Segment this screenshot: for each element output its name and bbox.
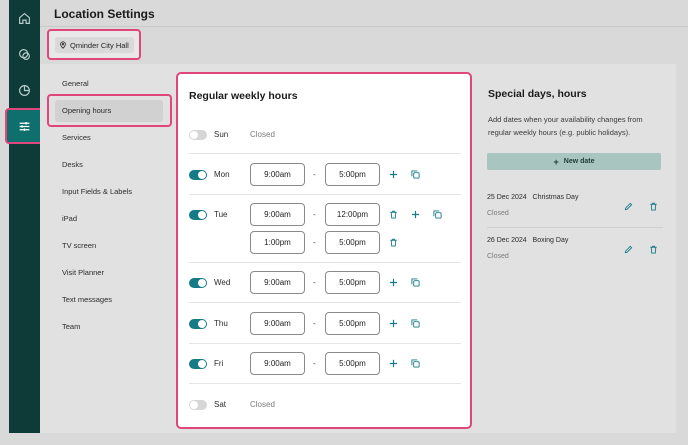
time-from-input[interactable]: 9:00am — [250, 271, 305, 294]
range-dash: - — [313, 319, 316, 328]
chart-icon[interactable] — [9, 79, 40, 101]
special-days-title: Special days, hours — [488, 88, 587, 100]
add-range-icon[interactable] — [410, 209, 420, 219]
location-selector[interactable]: Qminder City Hall — [55, 37, 134, 53]
time-from-input[interactable]: 9:00am — [250, 203, 305, 226]
delete-icon[interactable] — [388, 209, 398, 219]
day-toggle-sat[interactable] — [189, 400, 207, 410]
add-range-icon[interactable] — [388, 318, 398, 328]
subnav-item-team[interactable]: Team — [62, 322, 80, 331]
day-label: Sun — [214, 130, 229, 139]
day-toggle-sun[interactable] — [189, 130, 207, 140]
weekly-hours-title: Regular weekly hours — [189, 90, 298, 102]
day-label: Wed — [214, 278, 231, 287]
time-to-input[interactable]: 5:00pm — [325, 163, 380, 186]
time-to-input[interactable]: 12:00pm — [325, 203, 380, 226]
delete-icon[interactable] — [648, 201, 658, 211]
weekly-hours-card: Regular weekly hours Sun Closed Mon 9:00… — [176, 72, 472, 429]
plus-icon: + — [553, 156, 559, 167]
settings-sliders-icon[interactable] — [9, 115, 40, 137]
page-header: Location Settings — [40, 0, 688, 27]
row-divider — [189, 194, 461, 195]
location-selector-highlight: Qminder City Hall — [47, 29, 141, 60]
special-day-status: Closed — [487, 210, 509, 217]
row-divider — [189, 302, 461, 303]
day-toggle-fri[interactable] — [189, 359, 207, 369]
special-day-name: Boxing Day — [532, 237, 569, 244]
row-divider — [189, 153, 461, 154]
time-to-input[interactable]: 5:00pm — [325, 352, 380, 375]
day-toggle-wed[interactable] — [189, 278, 207, 288]
row-divider — [189, 383, 461, 384]
subnav-item-desks[interactable]: Desks — [62, 160, 83, 169]
row-divider — [189, 262, 461, 263]
location-pin-icon — [60, 41, 66, 49]
day-toggle-tue[interactable] — [189, 210, 207, 220]
day-label: Mon — [214, 170, 230, 179]
new-date-label: New date — [563, 158, 595, 165]
special-day-status: Closed — [487, 253, 509, 260]
range-dash: - — [313, 278, 316, 287]
closed-label: Closed — [250, 130, 275, 139]
special-day-entry: 26 Dec 2024 Boxing Day — [487, 237, 568, 244]
copy-icon[interactable] — [410, 318, 420, 328]
subnav-item-general[interactable]: General — [62, 79, 89, 88]
special-day-divider — [487, 227, 663, 228]
closed-label: Closed — [250, 400, 275, 409]
time-from-input[interactable]: 1:00pm — [250, 231, 305, 254]
subnav-item-visit-planner[interactable]: Visit Planner — [62, 268, 104, 277]
time-from-input[interactable]: 9:00am — [250, 163, 305, 186]
copy-icon[interactable] — [410, 358, 420, 368]
add-range-icon[interactable] — [388, 169, 398, 179]
chat-icon[interactable] — [9, 43, 40, 65]
add-range-icon[interactable] — [388, 277, 398, 287]
time-to-input[interactable]: 5:00pm — [325, 231, 380, 254]
day-label: Thu — [214, 319, 228, 328]
home-icon[interactable] — [9, 7, 40, 29]
subnav-item-services[interactable]: Services — [62, 133, 91, 142]
add-range-icon[interactable] — [388, 358, 398, 368]
range-dash: - — [313, 238, 316, 247]
range-dash: - — [313, 170, 316, 179]
special-days-description: Add dates when your availability changes… — [488, 115, 643, 137]
page-title: Location Settings — [54, 7, 155, 21]
edit-icon[interactable] — [623, 244, 633, 254]
subnav-item-tv-screen[interactable]: TV screen — [62, 241, 96, 250]
location-name: Qminder City Hall — [70, 40, 129, 50]
copy-icon[interactable] — [432, 209, 442, 219]
special-day-date: 25 Dec 2024 — [487, 194, 527, 201]
copy-icon[interactable] — [410, 169, 420, 179]
day-toggle-mon[interactable] — [189, 170, 207, 180]
edit-icon[interactable] — [623, 201, 633, 211]
day-toggle-thu[interactable] — [189, 319, 207, 329]
time-to-input[interactable]: 5:00pm — [325, 312, 380, 335]
delete-icon[interactable] — [388, 237, 398, 247]
time-from-input[interactable]: 9:00am — [250, 312, 305, 335]
day-label: Sat — [214, 400, 227, 409]
subnav-item-input-fields[interactable]: Input Fields & Labels — [62, 187, 132, 196]
time-from-input[interactable]: 9:00am — [250, 352, 305, 375]
day-label: Tue — [214, 210, 228, 219]
new-date-button[interactable]: + New date — [487, 153, 661, 170]
day-label: Fri — [214, 359, 224, 368]
subnav-item-opening-hours[interactable]: Opening hours — [62, 106, 111, 115]
delete-icon[interactable] — [648, 244, 658, 254]
time-to-input[interactable]: 5:00pm — [325, 271, 380, 294]
range-dash: - — [313, 210, 316, 219]
special-day-name: Christmas Day — [532, 194, 579, 201]
special-day-date: 26 Dec 2024 — [487, 237, 527, 244]
copy-icon[interactable] — [410, 277, 420, 287]
subnav-item-text-messages[interactable]: Text messages — [62, 295, 112, 304]
special-day-entry: 25 Dec 2024 Christmas Day — [487, 194, 578, 201]
row-divider — [189, 343, 461, 344]
range-dash: - — [313, 359, 316, 368]
subnav-item-ipad[interactable]: iPad — [62, 214, 77, 223]
